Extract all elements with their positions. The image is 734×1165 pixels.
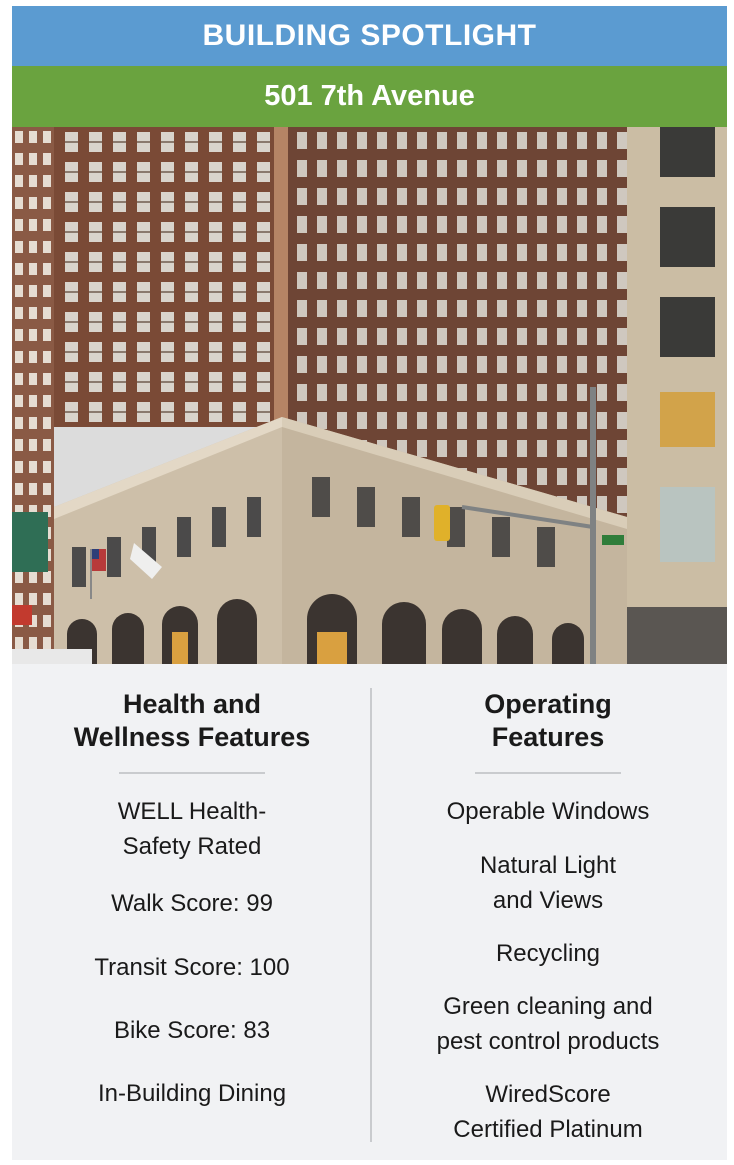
health-item-walk-score: Walk Score: 99 <box>111 890 273 917</box>
operating-item-windows: Operable Windows <box>446 798 650 825</box>
health-item-dining: In-Building Dining <box>97 1080 287 1107</box>
operating-column: Operating Features Operable Windows Natu… <box>372 664 724 1147</box>
building-illustration <box>12 127 727 664</box>
operating-item-green-cleaning: Green cleaning and pest control products <box>436 993 660 1055</box>
title-banner: BUILDING SPOTLIGHT <box>12 6 727 66</box>
spotlight-title: BUILDING SPOTLIGHT <box>202 19 537 52</box>
operating-item-light: Natural Light and Views <box>479 852 617 914</box>
health-item-bike-score: Bike Score: 83 <box>113 1017 271 1044</box>
operating-item-recycling: Recycling <box>495 940 601 967</box>
features-panel: Health and Wellness Features WELL Health… <box>12 664 727 1160</box>
building-address: 501 7th Avenue <box>264 80 475 112</box>
health-heading: Health and Wellness Features <box>73 689 311 752</box>
building-photo <box>12 127 727 664</box>
operating-heading-rule <box>475 772 621 774</box>
operating-heading: Operating Features <box>484 689 612 752</box>
health-column: Health and Wellness Features WELL Health… <box>16 664 368 1111</box>
health-heading-rule <box>119 772 265 774</box>
health-item-transit-score: Transit Score: 100 <box>94 954 290 981</box>
address-banner: 501 7th Avenue <box>12 66 727 127</box>
health-item-well: WELL Health- Safety Rated <box>117 798 267 860</box>
spotlight-card: BUILDING SPOTLIGHT 501 7th Avenue Health… <box>12 6 727 1160</box>
operating-item-wiredscore: WiredScore Certified Platinum <box>453 1081 643 1143</box>
